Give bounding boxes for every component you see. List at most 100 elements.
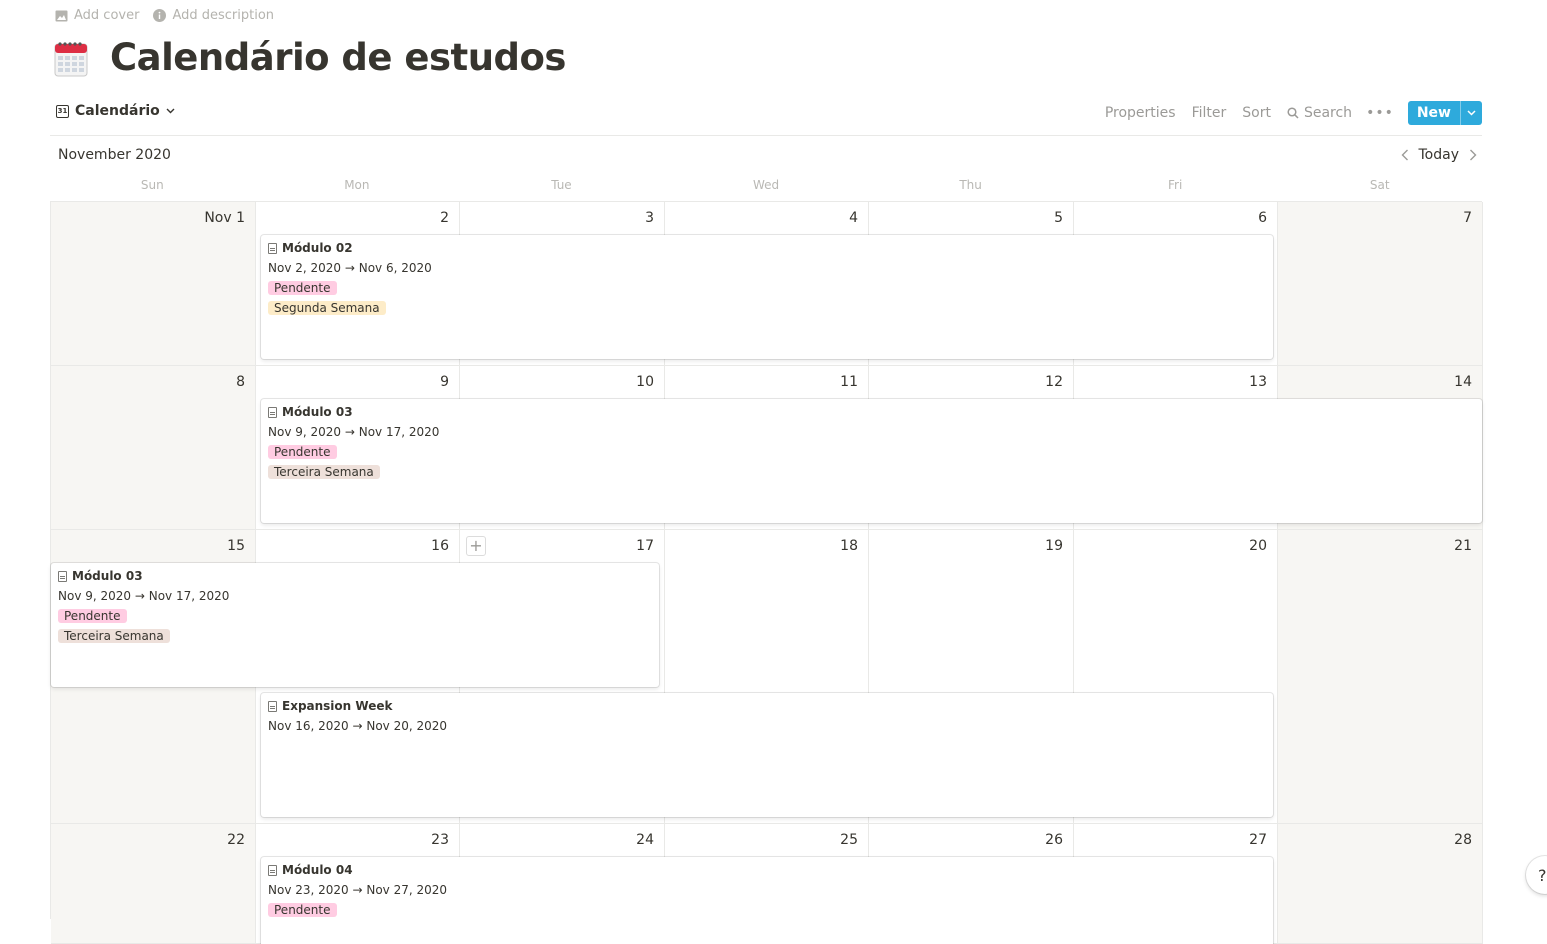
status-tag: Pendente (58, 609, 127, 623)
new-button[interactable]: New (1408, 101, 1460, 125)
day-number: 25 (840, 832, 858, 848)
image-icon (55, 10, 68, 21)
event-tag-row: Pendente (268, 439, 1475, 459)
status-tag: Pendente (268, 903, 337, 917)
chevron-down-icon (1467, 110, 1476, 116)
day-cell[interactable]: Nov 1 (51, 202, 256, 366)
calendar-week: 22 23 24 25 26 27 28 Módulo 04 Nov 23, 2… (51, 824, 1483, 944)
weekday-label: Sun (140, 178, 164, 192)
today-button[interactable]: Today (1419, 147, 1460, 163)
add-description-label: Add description (172, 8, 275, 23)
day-number: 26 (1045, 832, 1063, 848)
calendar-emoji-icon[interactable] (54, 39, 88, 77)
new-dropdown-button[interactable] (1460, 101, 1482, 125)
event-title: Módulo 04 (282, 863, 353, 877)
calendar-week: 15 16 + 17 18 19 20 21 Módulo 03 Nov 9, … (51, 530, 1483, 824)
calendar-week: Nov 1 2 3 4 5 6 7 Módulo 02 Nov 2, 2020 … (51, 202, 1483, 366)
event-title: Módulo 02 (282, 241, 353, 255)
page-icon (268, 406, 277, 418)
weekday-header: Sun Mon Tue Wed Thu Fri Sat (50, 178, 1482, 200)
chevron-down-icon (166, 108, 175, 114)
month-navigation: Today (1401, 147, 1478, 163)
month-label: November 2020 (58, 147, 171, 163)
day-number: 15 (227, 538, 245, 554)
page-title[interactable]: Calendário de estudos (110, 36, 566, 79)
day-number: 8 (236, 374, 245, 390)
day-number: Nov 1 (204, 210, 245, 226)
calendar-view-icon: 31 (56, 104, 69, 118)
week-tag: Terceira Semana (268, 465, 380, 479)
event-card[interactable]: Expansion Week Nov 16, 2020 → Nov 20, 20… (261, 693, 1273, 817)
event-tag-row: Pendente (268, 275, 1266, 295)
event-card[interactable]: Módulo 02 Nov 2, 2020 → Nov 6, 2020 Pend… (261, 235, 1273, 359)
weekday-label: Thu (959, 178, 982, 192)
properties-button[interactable]: Properties (1105, 105, 1176, 121)
day-number: 5 (1054, 210, 1063, 226)
event-date: Nov 16, 2020 → Nov 20, 2020 (268, 719, 448, 733)
day-number: 3 (645, 210, 654, 226)
event-title-row: Módulo 02 (268, 241, 1266, 255)
add-event-button[interactable]: + (466, 536, 486, 556)
chevron-right-icon[interactable] (1469, 149, 1477, 161)
status-tag: Pendente (268, 445, 337, 459)
database-toolbar: 31 Calendário Properties Filter Sort Sea… (50, 98, 1482, 136)
week-tag: Terceira Semana (58, 629, 170, 643)
event-tag-row: Pendente (268, 897, 1266, 917)
day-number: 24 (636, 832, 654, 848)
page-icon (268, 700, 277, 712)
event-date: Nov 2, 2020 → Nov 6, 2020 (268, 261, 432, 275)
day-number: 18 (840, 538, 858, 554)
status-tag: Pendente (268, 281, 337, 295)
calendar-week: 8 9 10 11 12 13 14 Módulo 03 Nov 9, 2020… (51, 366, 1483, 530)
day-cell[interactable]: 8 (51, 366, 256, 530)
event-title: Módulo 03 (72, 569, 143, 583)
sort-button[interactable]: Sort (1242, 105, 1271, 121)
page-icon (268, 242, 277, 254)
day-number: 16 (431, 538, 449, 554)
day-number: 9 (440, 374, 449, 390)
add-description-button[interactable]: Add description (153, 8, 274, 23)
search-label: Search (1303, 105, 1353, 121)
event-tag-row: Terceira Semana (268, 459, 1475, 479)
event-title-row: Módulo 03 (268, 405, 1475, 419)
day-cell[interactable]: 7 (1278, 202, 1483, 366)
event-title: Módulo 03 (282, 405, 353, 419)
weekday-label: Sat (1369, 178, 1390, 192)
day-number: 28 (1454, 832, 1472, 848)
event-title: Expansion Week (282, 699, 393, 713)
filter-button[interactable]: Filter (1192, 105, 1227, 121)
day-number: 19 (1045, 538, 1063, 554)
day-cell[interactable]: 28 (1278, 824, 1483, 944)
day-cell[interactable]: 21 (1278, 530, 1483, 824)
day-number: 11 (840, 374, 858, 390)
day-number: 12 (1045, 374, 1063, 390)
event-card[interactable]: Módulo 03 Nov 9, 2020 → Nov 17, 2020 Pen… (51, 563, 659, 687)
event-date: Nov 9, 2020 → Nov 17, 2020 (268, 425, 440, 439)
weekday-label: Mon (344, 178, 370, 192)
weekday-label: Tue (551, 178, 572, 192)
chevron-left-icon[interactable] (1401, 149, 1409, 161)
event-title-row: Módulo 03 (58, 569, 652, 583)
event-card[interactable]: Módulo 04 Nov 23, 2020 → Nov 27, 2020 Pe… (261, 857, 1273, 944)
event-tag-row: Pendente (58, 603, 652, 623)
day-number: 4 (849, 210, 858, 226)
event-card[interactable]: Módulo 03 Nov 9, 2020 → Nov 17, 2020 Pen… (261, 399, 1482, 523)
page-header: Calendário de estudos (54, 36, 566, 79)
page-icon (268, 864, 277, 876)
day-number: 22 (227, 832, 245, 848)
event-title-row: Módulo 04 (268, 863, 1266, 877)
more-options-button[interactable]: ••• (1366, 105, 1394, 121)
search-button[interactable]: Search (1287, 105, 1352, 121)
view-switcher[interactable]: 31 Calendário (56, 103, 175, 119)
day-number: 14 (1454, 374, 1472, 390)
day-number: 6 (1258, 210, 1267, 226)
info-icon (153, 9, 167, 22)
day-number: 17 (636, 538, 654, 554)
add-cover-button[interactable]: Add cover (55, 8, 139, 23)
page-icon (58, 570, 67, 582)
weekday-label: Wed (752, 178, 780, 192)
day-cell[interactable]: 22 (51, 824, 256, 944)
day-number: 23 (431, 832, 449, 848)
add-cover-label: Add cover (74, 8, 140, 23)
help-button[interactable]: ? (1526, 856, 1547, 894)
